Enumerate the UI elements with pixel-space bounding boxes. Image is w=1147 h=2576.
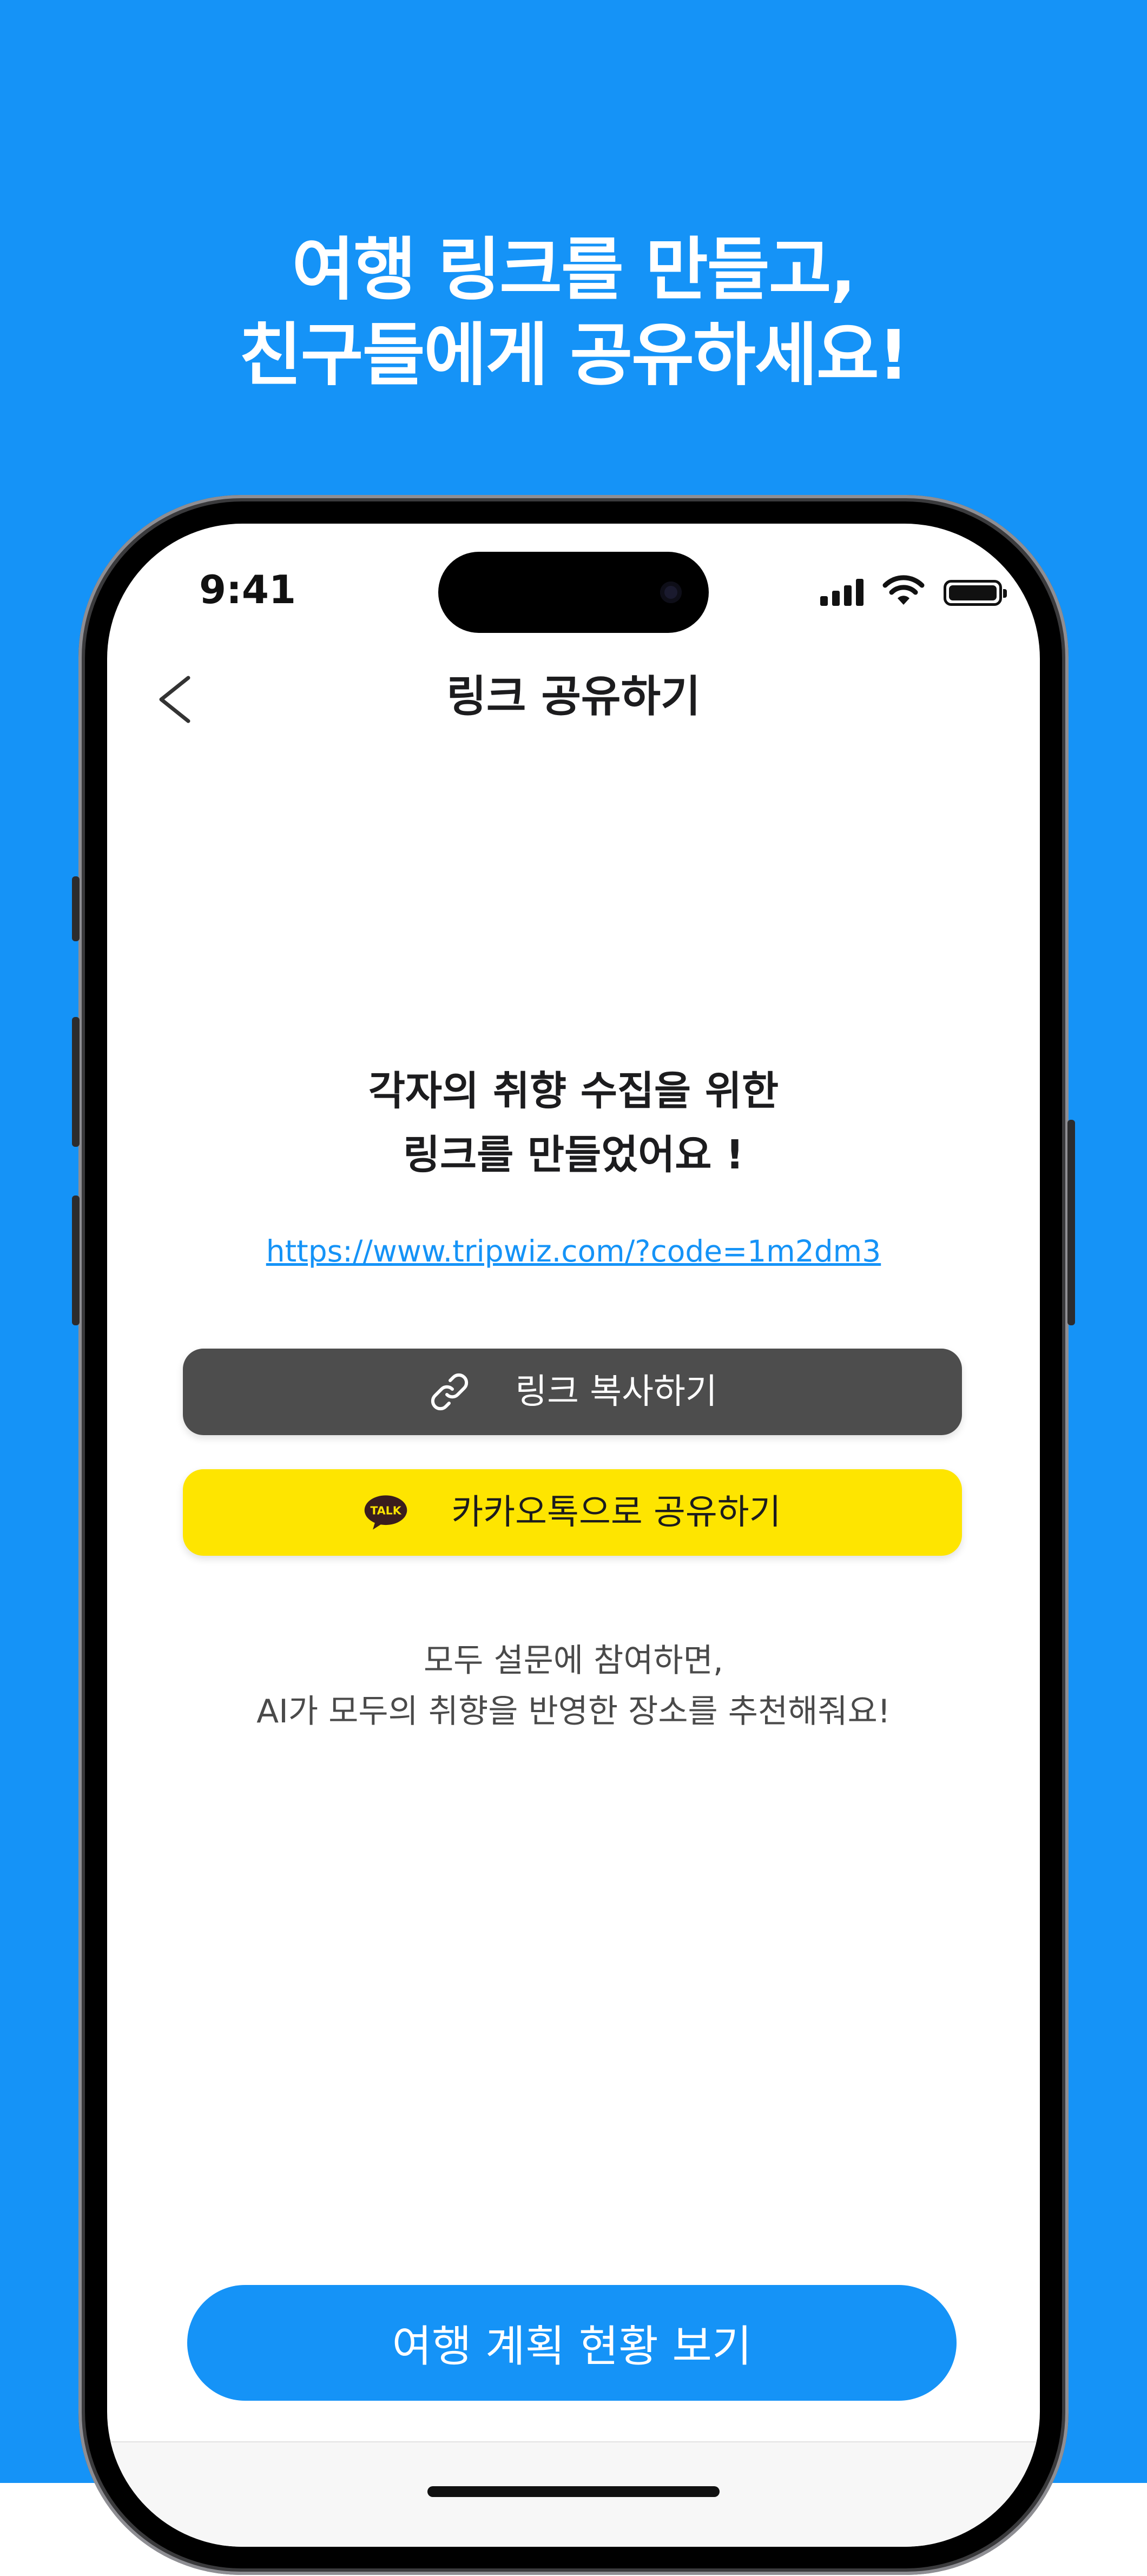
promo-headline: 여행 링크를 만들고, 친구들에게 공유하세요! xyxy=(0,227,1147,398)
kakao-share-label: 카카오톡으로 공유하기 xyxy=(451,1492,781,1533)
share-message-line1: 각자의 취향 수집을 위한 xyxy=(368,1068,779,1114)
share-message-line2: 링크를 만들었어요 ! xyxy=(403,1132,744,1178)
dynamic-island xyxy=(438,552,709,633)
cellular-signal-icon xyxy=(820,579,863,606)
phone-volume-down-button xyxy=(72,1195,80,1325)
status-time: 9:41 xyxy=(199,567,296,612)
share-message: 각자의 취향 수집을 위한 링크를 만들었어요 ! xyxy=(107,1059,1040,1187)
copy-link-button[interactable]: 링크 복사하기 xyxy=(183,1349,962,1435)
view-trip-plan-button[interactable]: 여행 계획 현황 보기 xyxy=(187,2285,957,2401)
copy-link-label: 링크 복사하기 xyxy=(515,1372,717,1412)
promo-headline-line1: 여행 링크를 만들고, xyxy=(292,230,856,309)
phone-screen: 9:41 링크 공유하기 각자의 취향 수집을 위한 링크를 만들었어요 ! h… xyxy=(107,524,1040,2547)
status-icons xyxy=(820,573,1007,606)
page-title: 링크 공유하기 xyxy=(446,671,701,722)
survey-note-line1: 모두 설문에 참여하면, xyxy=(423,1642,724,1680)
home-indicator[interactable] xyxy=(427,2486,720,2497)
kakao-talk-icon: TALK xyxy=(364,1490,408,1535)
survey-note: 모두 설문에 참여하면, AI가 모두의 취향을 반영한 장소를 추천해줘요! xyxy=(107,1635,1040,1737)
phone-power-button xyxy=(1067,1120,1075,1325)
survey-note-line2: AI가 모두의 취향을 반영한 장소를 추천해줘요! xyxy=(256,1693,891,1730)
phone-volume-up-button xyxy=(72,1017,80,1147)
wifi-icon xyxy=(882,575,925,605)
kakao-share-button[interactable]: TALK 카카오톡으로 공유하기 xyxy=(183,1469,962,1556)
share-url-link[interactable]: https://www.tripwiz.com/?code=1m2dm3 xyxy=(107,1230,1040,1273)
kakao-talk-icon-text: TALK xyxy=(371,1504,402,1517)
front-camera-icon xyxy=(660,582,682,603)
link-icon xyxy=(427,1370,472,1414)
promo-headline-line2: 친구들에게 공유하세요! xyxy=(239,315,909,395)
phone-action-button xyxy=(72,876,80,941)
battery-icon xyxy=(944,580,1007,606)
